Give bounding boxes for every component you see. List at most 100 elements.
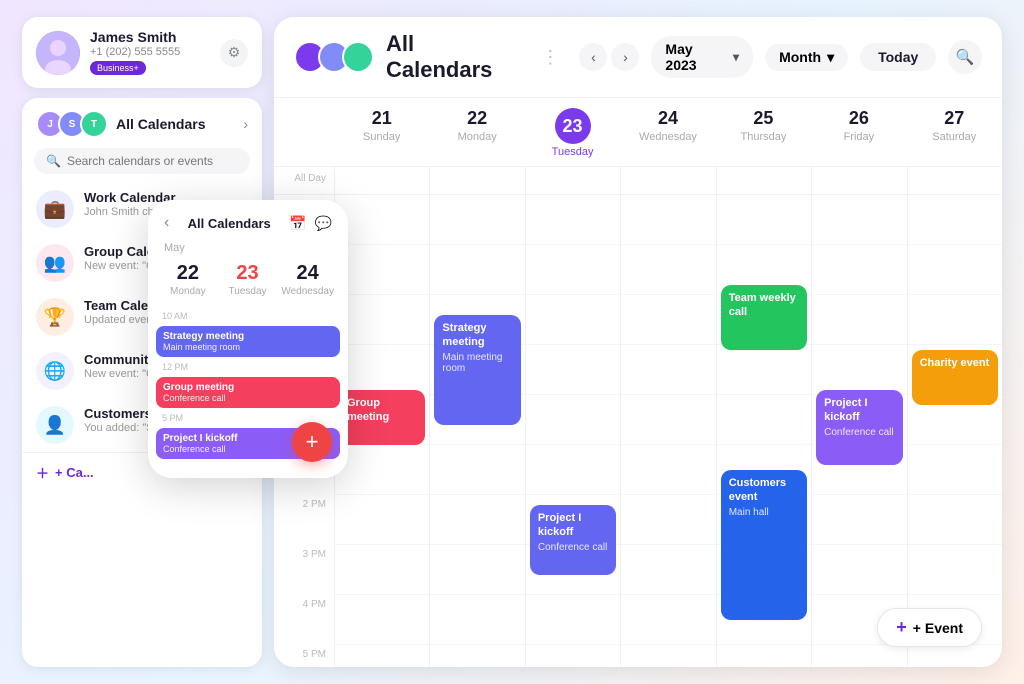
- hour-line: [621, 495, 715, 545]
- profile-name: James Smith: [90, 29, 180, 45]
- day-columns: Group meeting Strategy meeting Main meet…: [334, 195, 1002, 667]
- add-event-button[interactable]: + + Event: [877, 608, 982, 647]
- event-title: Customers event: [729, 476, 799, 505]
- calendar-title: All Calendars: [386, 31, 525, 83]
- cal-item-avatar: 👥: [36, 244, 74, 282]
- calendar-event-4[interactable]: Project I kickoff Conference call: [816, 390, 902, 465]
- hour-line: [526, 195, 620, 245]
- cal-item-avatar: 🌐: [36, 352, 74, 390]
- hour-line: [430, 595, 524, 645]
- calendar-event-6[interactable]: Customers event Main hall: [721, 470, 807, 620]
- month-dropdown-icon: ▾: [733, 50, 739, 64]
- day-num: 21: [372, 108, 392, 128]
- next-button[interactable]: ›: [611, 43, 639, 71]
- allday-cells: [334, 167, 1002, 194]
- event-title: Project I kickoff: [824, 396, 894, 425]
- settings-icon[interactable]: ⚙: [220, 39, 248, 67]
- expand-icon[interactable]: ›: [243, 116, 248, 132]
- calendar-event-5[interactable]: Project I kickoff Conference call: [530, 505, 616, 575]
- calendar-event-2[interactable]: Team weekly call: [721, 285, 807, 350]
- profile-phone: +1 (202) 555 5555: [90, 46, 180, 58]
- hour-line: [812, 245, 906, 295]
- hour-line: [812, 645, 906, 667]
- day-num: 26: [849, 108, 869, 128]
- popup-event-sub: Main meeting room: [163, 342, 333, 352]
- hour-line: [526, 445, 620, 495]
- search-box[interactable]: 🔍: [34, 148, 250, 174]
- hour-line: [335, 645, 429, 667]
- event-title: Strategy meeting: [442, 321, 512, 350]
- day-num: 27: [944, 108, 964, 128]
- hour-line: [621, 395, 715, 445]
- day-col-0: Group meeting: [334, 195, 429, 667]
- day-num: 22: [467, 108, 487, 128]
- hour-line: [526, 595, 620, 645]
- day-name: Sunday: [338, 131, 425, 143]
- cal-item-avatar: 💼: [36, 190, 74, 228]
- popup-fab-button[interactable]: +: [292, 422, 332, 462]
- event-title: Charity event: [920, 356, 990, 370]
- calendar-event-1[interactable]: Group meeting: [339, 390, 425, 445]
- event-title: Project I kickoff: [538, 511, 608, 540]
- cal-item-avatar: 🏆: [36, 298, 74, 336]
- day-col-5: Project I kickoff Conference call: [811, 195, 906, 667]
- hour-line: [526, 645, 620, 667]
- hour-line: [908, 445, 1002, 495]
- avatar: [36, 31, 80, 75]
- profile-card: James Smith +1 (202) 555 5555 Business+ …: [22, 17, 262, 88]
- time-label-6: 2 PM: [274, 495, 334, 545]
- hour-line: [908, 195, 1002, 245]
- day-name: Saturday: [911, 131, 998, 143]
- nav-arrows: ‹ ›: [579, 43, 639, 71]
- hour-line: [335, 495, 429, 545]
- hour-line: [621, 295, 715, 345]
- plus-icon: +: [896, 617, 907, 638]
- prev-button[interactable]: ‹: [579, 43, 607, 71]
- time-grid: 8 AM9 AM10 AM11 AM12 PM1 PM2 PM3 PM4 PM5…: [274, 195, 1002, 667]
- hour-line: [335, 345, 429, 395]
- popup-days: 22 Monday 23 Tuesday 24 Wednesday: [148, 258, 348, 309]
- popup-event-0[interactable]: Strategy meeting Main meeting room: [156, 326, 340, 357]
- time-label-9: 5 PM: [274, 645, 334, 667]
- popup-calendar-icon[interactable]: 📅: [289, 215, 306, 232]
- hour-line: [621, 195, 715, 245]
- hour-line: [621, 345, 715, 395]
- day-headers-row: 21Sunday22Monday23Tuesday24Wednesday25Th…: [274, 98, 1002, 167]
- popup-back-button[interactable]: ‹: [164, 214, 169, 232]
- hour-line: [908, 245, 1002, 295]
- calendar-avatar-group: J S T: [36, 110, 108, 138]
- day-header-4: 25Thursday: [716, 98, 811, 166]
- cal-item-avatar: 👤: [36, 406, 74, 444]
- day-col-4: Team weekly call Customers event Main ha…: [716, 195, 811, 667]
- view-selector[interactable]: Month ▾: [765, 44, 848, 71]
- header-search-button[interactable]: 🔍: [948, 40, 982, 74]
- day-name: Friday: [815, 131, 902, 143]
- popup-event-1[interactable]: Group meeting Conference call: [156, 377, 340, 408]
- hour-line: [908, 545, 1002, 595]
- calendar-event-3[interactable]: Charity event: [912, 350, 998, 405]
- hour-line: [430, 445, 524, 495]
- all-calendars-title: All Calendars: [116, 116, 205, 132]
- more-options-icon[interactable]: ⋮: [541, 47, 559, 68]
- hour-line: [908, 295, 1002, 345]
- popup-event-title: Strategy meeting: [163, 331, 333, 342]
- month-selector[interactable]: May 2023 ▾: [651, 36, 753, 78]
- popup-header: ‹ All Calendars 📅 💬: [148, 200, 348, 242]
- search-input[interactable]: [67, 154, 238, 168]
- hour-line: [717, 395, 811, 445]
- hour-line: [335, 245, 429, 295]
- today-button[interactable]: Today: [860, 43, 936, 71]
- popup-day-num: 23: [222, 262, 274, 285]
- day-header-6: 27 Saturday: [907, 98, 1002, 166]
- popup-day-2: 24 Wednesday: [279, 258, 336, 301]
- calendar-event-0[interactable]: Strategy meeting Main meeting room: [434, 315, 520, 425]
- hour-line: [335, 295, 429, 345]
- popup-share-icon[interactable]: 💬: [315, 215, 332, 232]
- day-headers: 21Sunday22Monday23Tuesday24Wednesday25Th…: [334, 98, 1002, 166]
- view-dropdown-icon: ▾: [827, 49, 834, 66]
- popup-icons: 📅 💬: [289, 215, 332, 232]
- hour-line: [335, 445, 429, 495]
- day-name: Wednesday: [624, 131, 711, 143]
- popup-day-num: 22: [162, 262, 214, 285]
- day-num: 25: [753, 108, 773, 128]
